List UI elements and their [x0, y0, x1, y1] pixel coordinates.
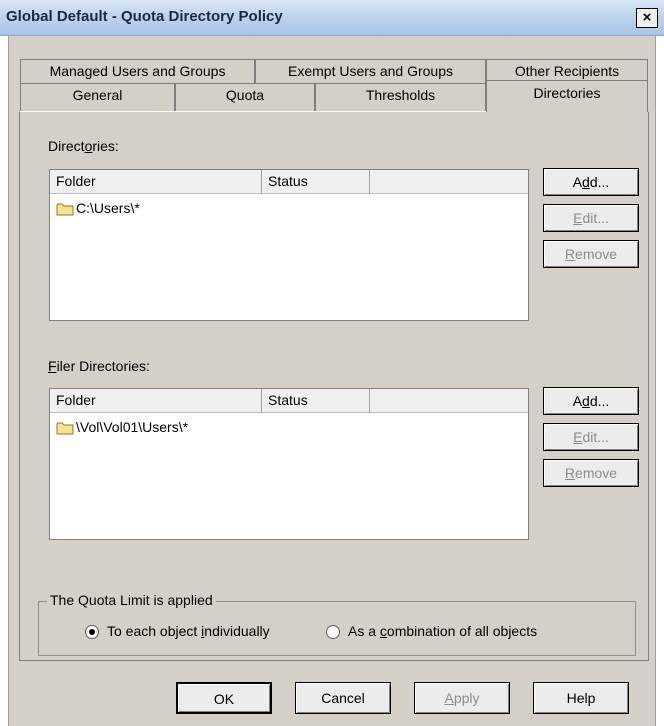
- list-header: Folder Status: [50, 389, 528, 413]
- dialog-client-area: Managed Users and Groups Exempt Users an…: [8, 36, 656, 726]
- tab-quota[interactable]: Quota: [175, 83, 315, 111]
- directories-list[interactable]: Folder Status C:\Users\*: [49, 169, 529, 321]
- apply-button[interactable]: Apply: [414, 682, 510, 714]
- folder-path: C:\Users\*: [76, 200, 140, 216]
- title-bar[interactable]: Global Default - Quota Directory Policy …: [0, 0, 664, 36]
- radio-combination[interactable]: [326, 625, 340, 639]
- quota-limit-group: The Quota Limit is applied To each objec…: [38, 592, 636, 656]
- list-item[interactable]: \Vol\Vol01\Users\*: [56, 417, 188, 437]
- column-header-folder[interactable]: Folder: [50, 389, 262, 413]
- directories-remove-button[interactable]: Remove: [543, 240, 639, 268]
- filer-add-button[interactable]: Add...: [543, 387, 639, 415]
- filer-directories-label: Filer Directories:: [48, 358, 150, 374]
- tab-label: Thresholds: [365, 87, 436, 103]
- column-header-status[interactable]: Status: [262, 389, 370, 413]
- tab-label: Exempt Users and Groups: [288, 63, 453, 79]
- tab-general[interactable]: General: [20, 83, 175, 111]
- directories-edit-button[interactable]: Edit...: [543, 204, 639, 232]
- cancel-button[interactable]: Cancel: [295, 682, 391, 714]
- tab-label: Directories: [533, 85, 601, 101]
- ok-button[interactable]: OK: [176, 682, 272, 714]
- filer-directories-list[interactable]: Folder Status \Vol\Vol01\Users\*: [49, 388, 529, 540]
- tab-managed-users-and-groups[interactable]: Managed Users and Groups: [20, 59, 255, 83]
- radio-each-individually[interactable]: [85, 625, 99, 639]
- filer-edit-button[interactable]: Edit...: [543, 423, 639, 451]
- radio-selected-dot: [89, 629, 95, 635]
- close-button[interactable]: ×: [636, 8, 658, 28]
- tab-label: General: [72, 87, 123, 103]
- tab-exempt-users-and-groups[interactable]: Exempt Users and Groups: [255, 59, 486, 83]
- directories-add-button[interactable]: Add...: [543, 168, 639, 196]
- tab-panel-directories: Directories: Folder Status C:\Users\* Ad…: [19, 111, 649, 661]
- window-title: Global Default - Quota Directory Policy: [6, 8, 283, 25]
- directories-label: Directories:: [48, 138, 119, 154]
- tab-label: Quota: [225, 87, 265, 103]
- tab-label: Other Recipients: [514, 63, 620, 79]
- help-button[interactable]: Help: [533, 682, 629, 714]
- folder-path: \Vol\Vol01\Users\*: [76, 419, 189, 435]
- folder-icon: [56, 422, 74, 435]
- filer-remove-button[interactable]: Remove: [543, 459, 639, 487]
- list-header: Folder Status: [50, 170, 528, 194]
- column-header-folder[interactable]: Folder: [50, 170, 262, 194]
- dialog-window: Global Default - Quota Directory Policy …: [0, 0, 664, 726]
- column-header-status[interactable]: Status: [262, 170, 370, 194]
- quota-limit-group-title: The Quota Limit is applied: [47, 592, 216, 608]
- tab-label: Managed Users and Groups: [49, 63, 226, 79]
- list-item[interactable]: C:\Users\*: [56, 198, 140, 218]
- tab-directories[interactable]: Directories: [486, 80, 648, 112]
- tab-thresholds[interactable]: Thresholds: [315, 83, 486, 111]
- radio-combination-label[interactable]: As a combination of all objects: [348, 623, 537, 639]
- folder-icon: [56, 203, 74, 216]
- radio-each-individually-label[interactable]: To each object individually: [107, 623, 270, 639]
